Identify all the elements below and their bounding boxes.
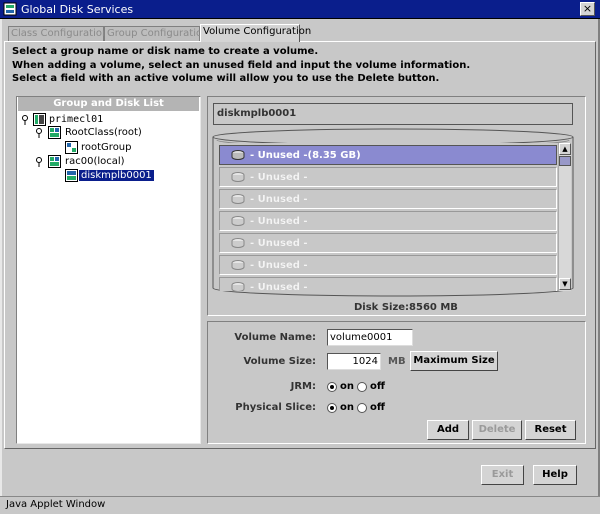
- disk-size-label: Disk Size:8560 MB: [354, 302, 458, 313]
- volume-row[interactable]: - Unused -: [219, 255, 557, 275]
- tree-node-diskmplb0001[interactable]: diskmplb0001: [79, 170, 154, 181]
- volume-list-scrollbar[interactable]: ▲ ▼: [558, 143, 571, 291]
- expand-handle-icon[interactable]: [35, 157, 43, 167]
- volume-row[interactable]: - Unused -(8.35 GB): [219, 145, 557, 165]
- volume-icon: [231, 238, 245, 248]
- tab-class-configuration[interactable]: Class Configuration: [8, 26, 108, 41]
- expand-handle-icon[interactable]: [21, 115, 29, 125]
- tree-node-rac00[interactable]: rac00(local): [65, 156, 125, 167]
- tree-node-primecl01[interactable]: primecl01: [49, 114, 103, 125]
- physical-slice-on-label: on: [340, 402, 354, 413]
- group-icon: [65, 141, 78, 154]
- volume-label: - Unused -: [250, 260, 308, 271]
- volume-icon: [231, 282, 245, 291]
- physical-slice-label: Physical Slice:: [235, 402, 316, 413]
- volume-icon: [231, 216, 245, 226]
- reset-button[interactable]: Reset: [525, 420, 576, 440]
- jrm-on-radio[interactable]: [327, 382, 337, 392]
- node-icon: [33, 113, 46, 126]
- volume-row[interactable]: - Unused -: [219, 167, 557, 187]
- status-text: Java Applet Window: [6, 499, 106, 510]
- jrm-off-label: off: [370, 381, 385, 392]
- window-title: Global Disk Services: [21, 3, 134, 16]
- tree-node-rootgroup[interactable]: rootGroup: [81, 142, 132, 153]
- physical-slice-off-radio[interactable]: [357, 403, 367, 413]
- scroll-up-icon[interactable]: ▲: [559, 143, 571, 155]
- volume-row[interactable]: - Unused -: [219, 189, 557, 209]
- instruction-line-2: When adding a volume, select an unused f…: [12, 60, 471, 71]
- volume-label: - Unused -: [250, 282, 308, 291]
- volume-row[interactable]: - Unused -: [219, 233, 557, 253]
- volume-icon: [231, 150, 245, 160]
- volume-label: - Unused -: [250, 216, 308, 227]
- instruction-line-3: Select a field with an active volume wil…: [12, 73, 440, 84]
- volume-label: - Unused -: [250, 238, 308, 249]
- tree-node-rootclass[interactable]: RootClass(root): [65, 127, 142, 138]
- class-icon: [48, 126, 61, 139]
- class-icon: [48, 155, 61, 168]
- volume-size-label: Volume Size:: [243, 356, 316, 367]
- volume-label: - Unused -: [250, 172, 308, 183]
- jrm-off-radio[interactable]: [357, 382, 367, 392]
- volume-icon: [231, 194, 245, 204]
- delete-button[interactable]: Delete: [472, 420, 522, 440]
- tab-volume-configuration[interactable]: Volume Configuration: [200, 24, 311, 42]
- instruction-line-1: Select a group name or disk name to crea…: [12, 46, 319, 57]
- volume-icon: [231, 260, 245, 270]
- scroll-down-icon[interactable]: ▼: [559, 278, 571, 290]
- app-icon: [3, 2, 17, 16]
- exit-button[interactable]: Exit: [481, 465, 524, 485]
- physical-slice-on-radio[interactable]: [327, 403, 337, 413]
- jrm-on-label: on: [340, 381, 354, 392]
- volume-size-input[interactable]: 1024: [327, 353, 381, 370]
- size-unit-label: MB: [388, 356, 406, 367]
- disk-name: diskmplb0001: [217, 108, 297, 119]
- jrm-label: JRM:: [290, 381, 316, 392]
- scroll-thumb[interactable]: [559, 156, 571, 166]
- physical-slice-off-label: off: [370, 402, 385, 413]
- volume-label: - Unused -: [250, 194, 308, 205]
- volume-name-input[interactable]: volume0001: [327, 329, 413, 346]
- volume-name-label: Volume Name:: [234, 332, 316, 343]
- close-button[interactable]: ×: [580, 2, 595, 16]
- volume-icon: [231, 172, 245, 182]
- disk-icon: [65, 169, 78, 182]
- tree-header: Group and Disk List: [18, 97, 199, 111]
- volume-row[interactable]: - Unused -: [219, 277, 557, 291]
- expand-handle-icon[interactable]: [35, 128, 43, 138]
- maximum-size-button[interactable]: Maximum Size: [410, 351, 498, 371]
- volume-label: - Unused -(8.35 GB): [250, 150, 361, 161]
- volume-list[interactable]: - Unused -(8.35 GB) - Unused - - Unused …: [219, 143, 557, 291]
- volume-row[interactable]: - Unused -: [219, 211, 557, 231]
- tab-group-configuration[interactable]: Group Configuration: [104, 26, 208, 41]
- help-button[interactable]: Help: [533, 465, 577, 485]
- add-button[interactable]: Add: [427, 420, 469, 440]
